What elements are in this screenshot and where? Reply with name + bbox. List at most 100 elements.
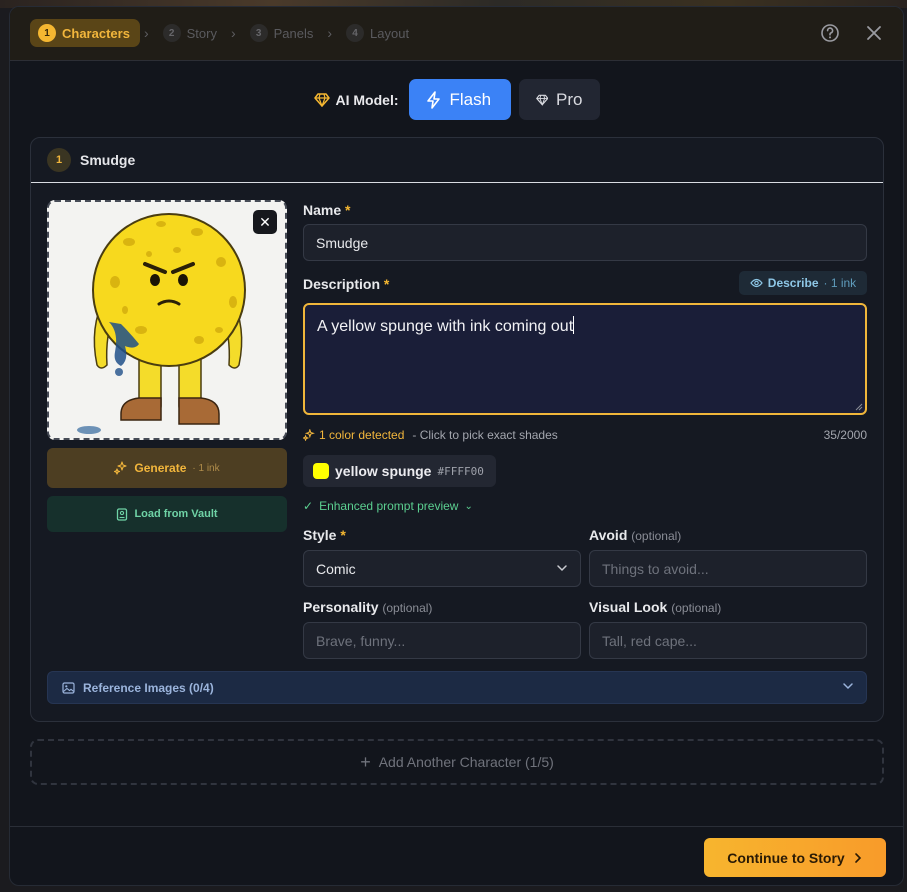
describe-cost: · 1 ink	[823, 276, 857, 290]
description-label: Description *	[303, 276, 389, 292]
pro-label: Pro	[556, 89, 583, 109]
description-text: A yellow spunge with ink coming out	[317, 318, 574, 335]
step-layout[interactable]: 4 Layout	[338, 19, 419, 47]
chevron-right-icon: ›	[230, 25, 236, 41]
optional-marker: (optional)	[631, 529, 682, 543]
flash-model-button[interactable]: Flash	[408, 79, 511, 120]
reference-images-toggle[interactable]: Reference Images (0/4)	[47, 671, 867, 704]
generate-cost: · 1 ink	[192, 462, 220, 474]
chevron-down-icon: ⌄	[464, 500, 473, 512]
chevron-down-icon	[843, 683, 853, 690]
enhanced-label: Enhanced prompt preview	[319, 499, 459, 513]
character-header[interactable]: 1 Smudge	[31, 138, 883, 183]
step-label: Characters	[62, 25, 130, 41]
avoid-input[interactable]: Things to avoid...	[589, 550, 867, 587]
description-textarea[interactable]: A yellow spunge with ink coming out	[303, 303, 867, 415]
eye-icon	[750, 278, 763, 288]
step-number: 2	[162, 24, 181, 42]
wizard-steps: 1 Characters › 2 Story › 3 Panels › 4 La…	[30, 19, 419, 47]
generate-button[interactable]: Generate · 1 ink	[47, 448, 287, 488]
style-value: Comic	[316, 560, 356, 577]
add-character-button[interactable]: + Add Another Character (1/5)	[30, 739, 884, 785]
character-modal: 1 Characters › 2 Story › 3 Panels › 4 La…	[9, 6, 904, 886]
visual-look-input[interactable]: Tall, red cape...	[589, 622, 867, 659]
character-number: 1	[47, 148, 71, 172]
color-name: yellow spunge	[335, 463, 432, 479]
sparkles-icon	[303, 429, 315, 441]
color-detection-row: 1 color detected - Click to pick exact s…	[303, 428, 867, 442]
modal-footer: Continue to Story	[10, 826, 903, 885]
model-label-text: AI Model:	[335, 91, 399, 108]
header-actions	[819, 22, 885, 44]
help-icon[interactable]	[819, 22, 841, 44]
step-label: Story	[186, 25, 217, 41]
optional-marker: (optional)	[671, 601, 722, 615]
character-count: 35/2000	[823, 428, 867, 442]
resize-handle-icon[interactable]	[853, 401, 863, 411]
text-cursor	[573, 316, 575, 334]
pro-model-button[interactable]: Pro	[518, 79, 600, 120]
style-label: Style *	[303, 527, 346, 543]
describe-button[interactable]: Describe · 1 ink	[739, 271, 867, 295]
avoid-label-text: Avoid	[589, 527, 628, 543]
color-chip[interactable]: yellow spunge #FFFF00	[303, 455, 496, 487]
load-from-vault-button[interactable]: Load from Vault	[47, 496, 287, 532]
add-character-label: Add Another Character (1/5)	[378, 754, 554, 770]
visual-look-label: Visual Look (optional)	[589, 599, 721, 615]
plus-icon: +	[360, 751, 371, 772]
character-title: Smudge	[80, 152, 136, 168]
name-label-text: Name	[303, 202, 342, 218]
check-icon: ✓	[303, 499, 314, 513]
character-card: 1 Smudge ✕ Generate · 1 ink Load from Va…	[30, 137, 884, 722]
style-select[interactable]: Comic	[303, 550, 581, 587]
step-story[interactable]: 2 Story	[155, 19, 227, 47]
vault-book-icon	[117, 507, 128, 521]
color-detected-text[interactable]: 1 color detected	[319, 428, 404, 442]
describe-label: Describe	[767, 276, 819, 290]
character-image: ✕	[47, 200, 287, 440]
enhanced-prompt-toggle[interactable]: ✓ Enhanced prompt preview ⌄	[303, 499, 473, 513]
close-icon[interactable]	[863, 22, 885, 44]
required-marker: *	[340, 527, 346, 543]
step-panels[interactable]: 3 Panels	[242, 19, 324, 47]
chevron-right-icon: ›	[327, 25, 333, 41]
color-swatch	[313, 463, 329, 479]
name-label: Name *	[303, 202, 350, 218]
name-input[interactable]: Smudge	[303, 224, 867, 261]
personality-input[interactable]: Brave, funny...	[303, 622, 581, 659]
chevron-right-icon	[854, 852, 861, 863]
avoid-label: Avoid (optional)	[589, 527, 681, 543]
chevron-down-icon	[557, 565, 567, 572]
continue-label: Continue to Story	[727, 849, 845, 866]
step-number: 4	[346, 24, 365, 42]
diamond-icon	[535, 94, 548, 106]
personality-label: Personality (optional)	[303, 599, 432, 615]
image-icon	[62, 681, 75, 694]
style-label-text: Style	[303, 527, 337, 543]
app-page: 1 Characters › 2 Story › 3 Panels › 4 La…	[0, 0, 907, 892]
lightning-icon	[426, 90, 440, 109]
step-number: 3	[249, 24, 268, 42]
personality-label-text: Personality	[303, 599, 379, 615]
diamond-icon	[313, 92, 330, 107]
model-selector: AI Model: Flash Pro	[10, 79, 903, 120]
modal-header: 1 Characters › 2 Story › 3 Panels › 4 La…	[10, 7, 903, 61]
step-number: 1	[38, 24, 56, 42]
step-label: Layout	[370, 25, 410, 41]
visual-look-label-text: Visual Look	[589, 599, 668, 615]
model-label: AI Model:	[313, 91, 399, 108]
vault-label: Load from Vault	[134, 508, 218, 520]
flash-label: Flash	[449, 89, 492, 109]
continue-button[interactable]: Continue to Story	[704, 838, 886, 877]
sponge-character-illustration	[49, 202, 285, 438]
remove-image-icon[interactable]: ✕	[253, 210, 277, 234]
step-label: Panels	[273, 25, 314, 41]
sparkles-icon	[114, 461, 127, 475]
color-hint-text: - Click to pick exact shades	[412, 428, 558, 442]
chevron-right-icon: ›	[143, 25, 149, 41]
description-label-text: Description	[303, 276, 381, 292]
optional-marker: (optional)	[382, 601, 433, 615]
required-marker: *	[345, 202, 351, 218]
reference-label: Reference Images (0/4)	[83, 680, 214, 695]
step-characters[interactable]: 1 Characters	[30, 19, 140, 47]
